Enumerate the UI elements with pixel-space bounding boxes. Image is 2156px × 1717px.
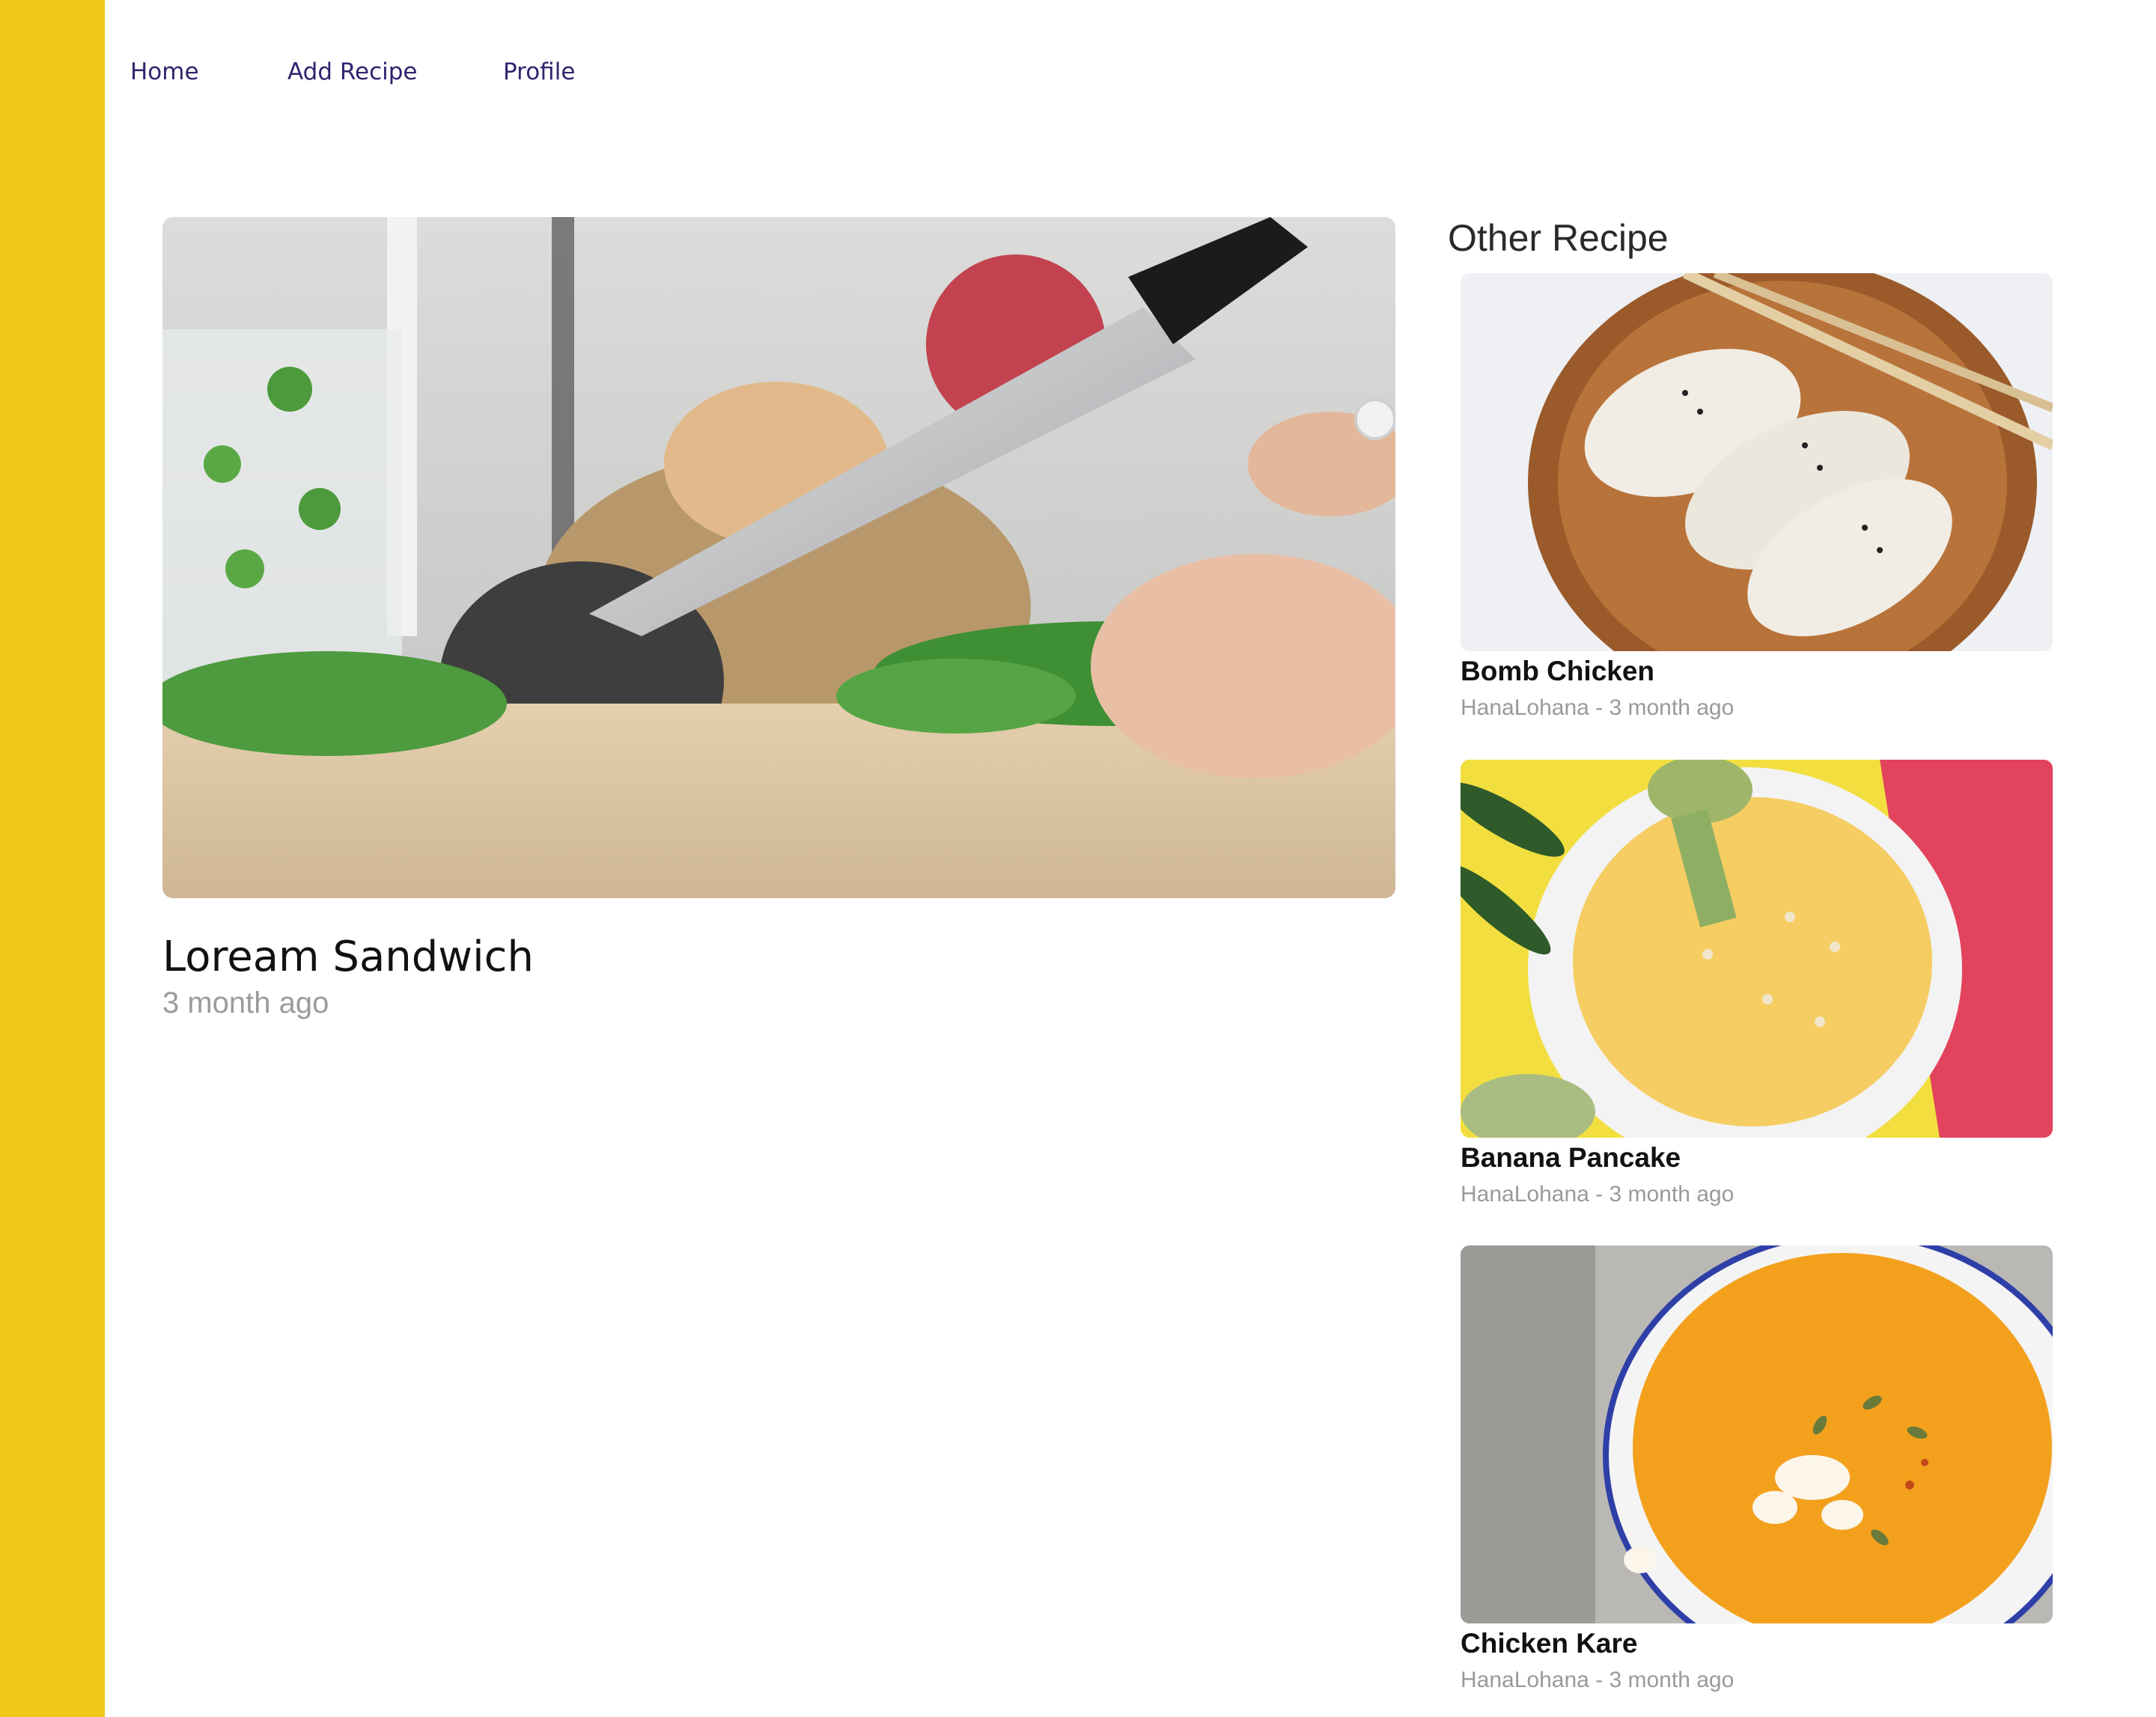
nav-add-recipe-link[interactable]: Add Recipe [287,55,418,88]
other-recipe-meta: HanaLohana - 3 month ago [1461,1182,1735,1207]
other-recipe-title[interactable]: Banana Pancake [1461,1139,2053,1177]
other-recipe-image[interactable] [1461,1245,2053,1623]
recipe-page: Home Add Recipe Profile Loream Sandwich … [0,0,2156,1717]
other-recipe-card[interactable]: Bomb Chicken HanaLohana - 3 month ago [1461,273,2053,726]
other-recipe-card[interactable]: Banana Pancake HanaLohana - 3 month ago [1461,760,2053,1213]
other-recipe-heading: Other Recipe [1448,217,1669,259]
dumplings-photo [1461,273,2053,651]
chopping-cilantro-photo [162,217,1395,898]
featured-recipe[interactable]: Loream Sandwich 3 month ago [162,217,1395,1022]
other-recipe-image[interactable] [1461,273,2053,651]
other-recipe-title[interactable]: Chicken Kare [1461,1625,2053,1662]
other-recipe-meta: HanaLohana - 3 month ago [1461,695,1735,720]
other-recipe-meta: HanaLohana - 3 month ago [1461,1668,1735,1692]
featured-recipe-title[interactable]: Loream Sandwich [162,931,1395,983]
other-recipe-card[interactable]: Chicken Kare HanaLohana - 3 month ago [1461,1245,2053,1698]
other-recipe-image[interactable] [1461,760,2053,1138]
yellow-side-strip [0,0,105,1717]
nav-profile-link[interactable]: Profile [503,55,575,88]
nav-home-link[interactable]: Home [130,55,199,88]
yellow-soup-photo [1461,760,2053,1138]
orange-soup-photo [1461,1245,2053,1623]
featured-recipe-time: 3 month ago [162,986,329,1019]
other-recipe-title[interactable]: Bomb Chicken [1461,653,2053,690]
featured-recipe-image[interactable] [162,217,1395,898]
